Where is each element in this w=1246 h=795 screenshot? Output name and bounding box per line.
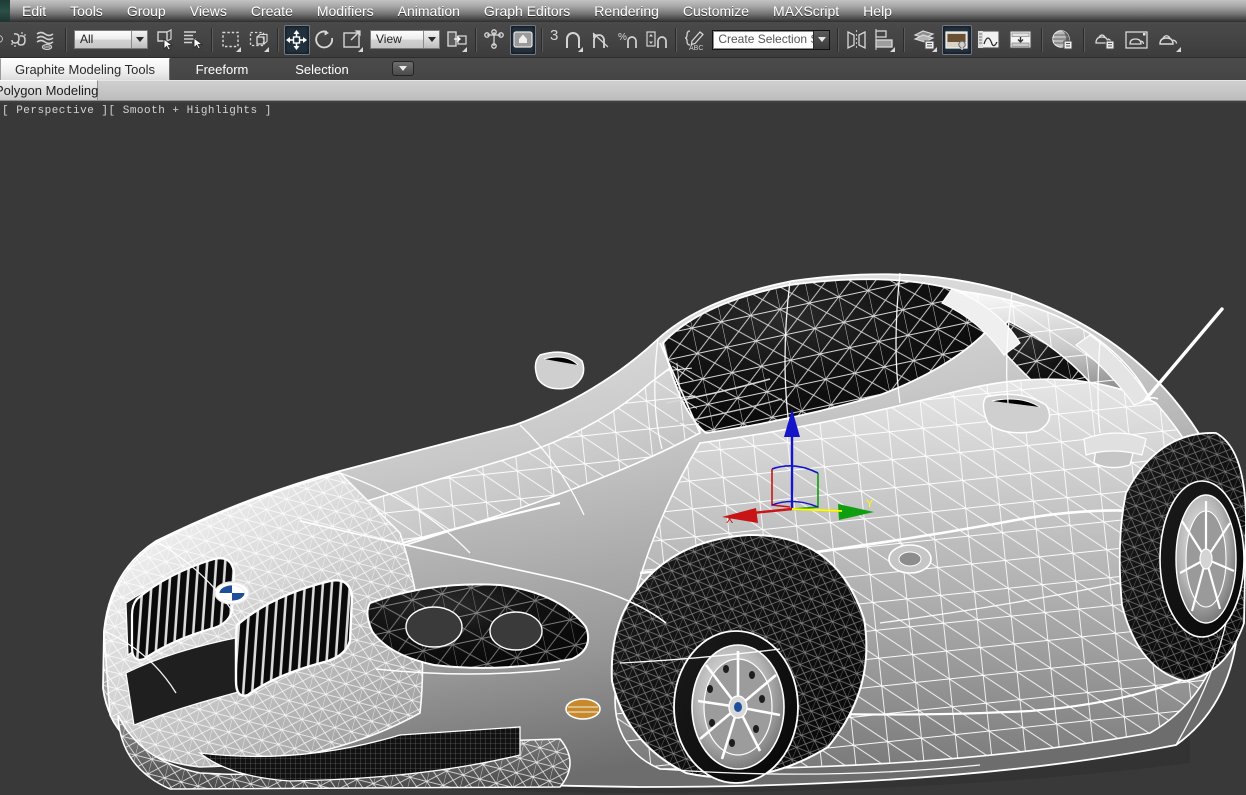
render-setup-icon[interactable] bbox=[1048, 25, 1078, 55]
select-object-icon[interactable] bbox=[152, 25, 178, 55]
menu-item-help[interactable]: Help bbox=[851, 0, 904, 21]
graphite-ribbon: Graphite Modeling Tools Freeform Selecti… bbox=[0, 58, 1246, 103]
toolbar-separator bbox=[1041, 27, 1044, 52]
tab-freeform[interactable]: Freeform bbox=[174, 58, 270, 80]
toolbar-separator bbox=[903, 27, 906, 52]
select-and-scale-icon[interactable] bbox=[340, 25, 366, 55]
ribbon-panel-polygon-modeling[interactable]: Polygon Modeling bbox=[0, 80, 98, 101]
select-and-move-icon[interactable] bbox=[284, 24, 310, 55]
menu-item-graph-editors[interactable]: Graph Editors bbox=[472, 0, 582, 21]
svg-text:ABC: ABC bbox=[689, 45, 703, 51]
toolbar-separator bbox=[277, 27, 279, 52]
curve-editor-icon[interactable] bbox=[974, 25, 1004, 55]
use-pivot-point-center-icon[interactable] bbox=[444, 25, 470, 55]
ribbon-tab-row: Graphite Modeling Tools Freeform Selecti… bbox=[0, 58, 1246, 80]
menu-item-modifiers[interactable]: Modifiers bbox=[305, 0, 386, 21]
menu-item-edit[interactable]: Edit bbox=[10, 0, 58, 21]
car-model-wireframe bbox=[102, 272, 1246, 793]
selection-filter-value: All bbox=[80, 32, 94, 46]
max-application-window: Edit Tools Group Views Create Modifiers … bbox=[0, 0, 1246, 795]
select-and-manipulate-icon[interactable] bbox=[510, 24, 536, 55]
menu-item-animation[interactable]: Animation bbox=[386, 0, 472, 21]
snaps-toggle-icon[interactable] bbox=[560, 25, 586, 55]
rendered-frame-window-icon[interactable] bbox=[1122, 25, 1152, 55]
chevron-down-icon[interactable] bbox=[392, 61, 414, 76]
side-marker-light bbox=[565, 698, 601, 720]
perspective-viewport[interactable]: [ Perspective ][ Smooth + Highlights ] X… bbox=[0, 103, 1246, 795]
menu-item-create[interactable]: Create bbox=[239, 0, 305, 21]
render-production-icon[interactable] bbox=[1154, 25, 1184, 55]
toolbar-separator bbox=[65, 27, 67, 52]
reference-coordinate-system-combo[interactable]: View bbox=[370, 30, 440, 49]
menu-item-customize[interactable]: Customize bbox=[671, 0, 761, 21]
ribbon-panel-row: Polygon Modeling bbox=[0, 80, 1246, 103]
toolbar-separator bbox=[475, 27, 477, 52]
toolbar-separator bbox=[541, 27, 543, 52]
menu-item-tools[interactable]: Tools bbox=[58, 0, 115, 21]
bmw-roundel-badge bbox=[214, 581, 250, 605]
edit-named-selection-sets-icon[interactable]: ABC bbox=[682, 25, 708, 55]
menu-item-views[interactable]: Views bbox=[178, 0, 239, 21]
toolbar-separator bbox=[1083, 27, 1086, 52]
reference-coordinate-system-value: View bbox=[376, 32, 402, 46]
layer-explorer-icon[interactable] bbox=[910, 25, 940, 55]
spinner-snap-toggle-icon[interactable] bbox=[644, 25, 670, 55]
named-selection-set-value: Create Selection Set bbox=[718, 32, 829, 46]
toolbar-separator bbox=[211, 27, 213, 52]
select-by-name-icon[interactable] bbox=[180, 25, 206, 55]
rear-wheel bbox=[1159, 480, 1245, 638]
render-iterative-icon[interactable] bbox=[1090, 25, 1120, 55]
select-link-icon[interactable] bbox=[6, 25, 32, 55]
main-toolbar: All View 3 % ABC Create Selection Set bbox=[0, 22, 1246, 58]
window-crossing-toggle-icon[interactable] bbox=[246, 25, 272, 55]
chevron-down-icon[interactable] bbox=[423, 31, 439, 48]
viewport-label[interactable]: [ Perspective ][ Smooth + Highlights ] bbox=[2, 105, 272, 117]
angle-snap-toggle-icon[interactable] bbox=[588, 25, 614, 55]
menu-item-rendering[interactable]: Rendering bbox=[582, 0, 671, 21]
svg-text:%: % bbox=[618, 32, 627, 43]
gizmo-y-label: Y bbox=[866, 498, 874, 510]
toolbar-separator bbox=[837, 27, 840, 52]
named-selection-set-combo[interactable]: Create Selection Set bbox=[712, 29, 831, 50]
use-selection-center-icon[interactable] bbox=[482, 25, 508, 55]
percent-snap-toggle-icon[interactable]: % bbox=[616, 25, 642, 55]
unlink-selection-icon[interactable] bbox=[34, 25, 60, 55]
door-handle-front bbox=[888, 544, 932, 574]
material-editor-icon[interactable] bbox=[942, 24, 973, 55]
mirror-icon[interactable] bbox=[844, 25, 870, 55]
snap-count-label: 3 bbox=[550, 27, 559, 44]
align-icon[interactable] bbox=[872, 25, 898, 55]
rectangular-selection-region-icon[interactable] bbox=[218, 25, 244, 55]
tab-selection[interactable]: Selection bbox=[276, 58, 368, 80]
selection-filter-combo[interactable]: All bbox=[74, 30, 148, 49]
side-mirror-left bbox=[534, 351, 585, 390]
menu-bar: Edit Tools Group Views Create Modifiers … bbox=[0, 0, 1246, 22]
chevron-down-icon[interactable] bbox=[131, 31, 147, 48]
menu-item-maxscript[interactable]: MAXScript bbox=[761, 0, 851, 21]
schematic-view-icon[interactable] bbox=[1006, 25, 1036, 55]
chevron-down-icon[interactable] bbox=[813, 30, 830, 49]
tab-graphite-modeling-tools[interactable]: Graphite Modeling Tools bbox=[0, 58, 170, 80]
app-icon[interactable] bbox=[0, 0, 10, 22]
wireframe-model-canvas: X Y bbox=[102, 272, 1246, 793]
select-and-rotate-icon[interactable] bbox=[312, 25, 338, 55]
menu-item-group[interactable]: Group bbox=[115, 0, 178, 21]
ribbon-panel-strip bbox=[0, 80, 1246, 101]
toolbar-separator bbox=[675, 27, 678, 52]
undo-icon[interactable] bbox=[0, 25, 4, 55]
gizmo-x-label: X bbox=[726, 514, 734, 526]
